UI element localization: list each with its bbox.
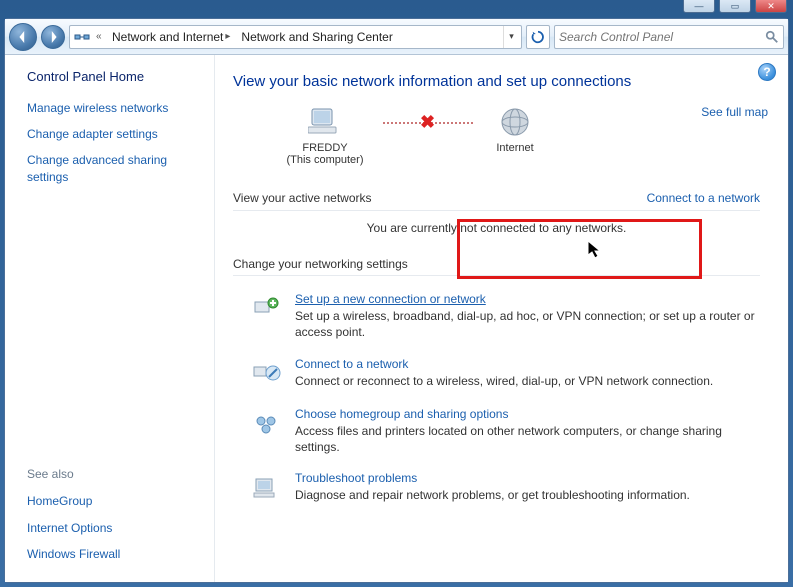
breadcrumb-chevron-left[interactable]: « <box>92 26 108 48</box>
see-full-map-link[interactable]: See full map <box>701 104 768 120</box>
window-minimize-button[interactable]: — <box>683 0 715 13</box>
option-title[interactable]: Set up a new connection or network <box>295 292 756 306</box>
not-connected-text: You are currently not connected to any n… <box>225 215 768 249</box>
change-settings-heading: Change your networking settings <box>233 257 760 276</box>
connect-to-network-link[interactable]: Connect to a network <box>647 190 760 206</box>
refresh-button[interactable] <box>526 25 550 49</box>
sidebar: Control Panel Home Manage wireless netwo… <box>5 55 215 582</box>
breadcrumb-label: Network and Internet <box>112 30 223 44</box>
window-maximize-button[interactable]: ▭ <box>719 0 751 13</box>
option-title[interactable]: Troubleshoot problems <box>295 471 756 485</box>
content-area: Control Panel Home Manage wireless netwo… <box>5 55 788 582</box>
toolbar: « Network and Internet ▸ Network and Sha… <box>5 19 788 55</box>
active-networks-row: View your active networks Connect to a n… <box>233 190 760 211</box>
see-also-heading: See also <box>27 467 200 481</box>
disconnected-x-icon: ✖ <box>420 112 435 133</box>
sidebar-link-internet-options[interactable]: Internet Options <box>27 520 200 536</box>
sidebar-link-change-adapter[interactable]: Change adapter settings <box>27 126 200 142</box>
sidebar-link-manage-wireless[interactable]: Manage wireless networks <box>27 100 200 116</box>
homegroup-icon <box>249 407 283 441</box>
breadcrumb[interactable]: « Network and Internet ▸ Network and Sha… <box>69 25 522 49</box>
option-desc: Connect or reconnect to a wireless, wire… <box>295 373 756 389</box>
option-title[interactable]: Choose homegroup and sharing options <box>295 407 756 421</box>
option-desc: Diagnose and repair network problems, or… <box>295 487 756 503</box>
option-connect-to-network[interactable]: Connect to a network Connect or reconnec… <box>225 351 768 401</box>
breadcrumb-seg-network-and-internet[interactable]: Network and Internet ▸ <box>108 26 237 48</box>
node-this-computer[interactable]: FREDDY (This computer) <box>265 104 385 166</box>
node-computer-name: FREDDY <box>265 142 385 154</box>
breadcrumb-seg-network-sharing-center[interactable]: Network and Sharing Center <box>237 26 396 48</box>
main-pane: ? View your basic network information an… <box>215 55 788 582</box>
setup-connection-icon <box>249 292 283 326</box>
chevron-down-icon: ▾ <box>509 31 514 42</box>
node-computer-sub: (This computer) <box>265 154 385 166</box>
node-internet[interactable]: Internet <box>455 104 575 154</box>
option-setup-new-connection[interactable]: Set up a new connection or network Set u… <box>225 286 768 350</box>
nav-forward-button[interactable] <box>41 25 65 49</box>
active-networks-label: View your active networks <box>233 191 372 205</box>
control-panel-home-link[interactable]: Control Panel Home <box>27 69 200 84</box>
troubleshoot-icon <box>249 471 283 505</box>
chevron-right-icon: ▸ <box>225 31 233 42</box>
option-desc: Access files and printers located on oth… <box>295 423 756 455</box>
breadcrumb-dropdown-button[interactable]: ▾ <box>503 26 519 48</box>
connect-network-icon <box>249 357 283 391</box>
page-title: View your basic network information and … <box>233 73 768 90</box>
nav-back-button[interactable] <box>9 23 37 51</box>
control-panel-window: « Network and Internet ▸ Network and Sha… <box>4 18 789 583</box>
sidebar-link-windows-firewall[interactable]: Windows Firewall <box>27 546 200 562</box>
network-icon <box>74 29 90 45</box>
option-desc: Set up a wireless, broadband, dial-up, a… <box>295 308 756 340</box>
computer-icon <box>307 104 343 140</box>
node-internet-label: Internet <box>455 142 575 154</box>
sidebar-link-change-advanced-sharing[interactable]: Change advanced sharing settings <box>27 152 200 184</box>
option-homegroup-sharing[interactable]: Choose homegroup and sharing options Acc… <box>225 401 768 465</box>
option-troubleshoot[interactable]: Troubleshoot problems Diagnose and repai… <box>225 465 768 515</box>
search-box[interactable] <box>554 25 784 49</box>
breadcrumb-label: Network and Sharing Center <box>241 30 392 44</box>
globe-icon <box>497 104 533 140</box>
sidebar-link-homegroup[interactable]: HomeGroup <box>27 493 200 509</box>
search-icon <box>765 30 779 44</box>
help-button[interactable]: ? <box>758 63 776 81</box>
window-close-button[interactable]: ✕ <box>755 0 787 13</box>
search-input[interactable] <box>559 30 765 44</box>
network-map: See full map FREDDY (This computer) ✖ In… <box>265 104 768 184</box>
option-title[interactable]: Connect to a network <box>295 357 756 371</box>
